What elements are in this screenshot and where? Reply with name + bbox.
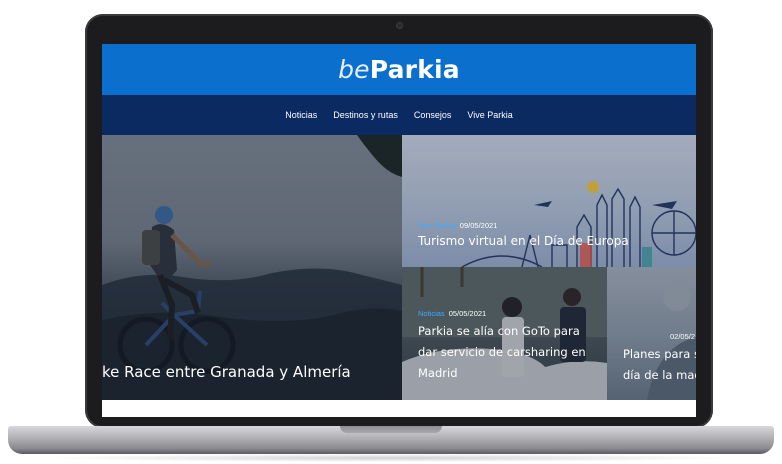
article-tile-planes[interactable]: 02/05/2 Planes para s día de la mad xyxy=(607,267,696,400)
nav-item-consejos[interactable]: Consejos xyxy=(414,110,452,120)
nav-item-noticias[interactable]: Noticias xyxy=(285,110,317,120)
article-date: 02/05/2 xyxy=(670,332,696,341)
content-area xyxy=(102,400,696,417)
camera-icon xyxy=(397,23,402,28)
article-meta: 02/05/2 xyxy=(670,332,695,341)
featured-overlay xyxy=(102,135,402,400)
article-title-line[interactable]: dar servicio de carsharing en xyxy=(418,345,586,359)
featured-article-cycling[interactable]: ke Race entre Granada y Almería xyxy=(102,135,402,400)
article-title[interactable]: ke Race entre Granada y Almería xyxy=(102,363,351,381)
article-title-line[interactable]: día de la mad xyxy=(623,368,696,382)
site-logo[interactable]: beParkia xyxy=(338,56,460,83)
article-category[interactable]: Vive Parkia xyxy=(418,221,456,230)
main-nav: Noticias Destinos y rutas Consejos Vive … xyxy=(102,95,696,135)
nav-item-vive-parkia[interactable]: Vive Parkia xyxy=(467,110,512,120)
article-tile-goto[interactable]: Noticias 05/05/2021 Parkia se alía con Go… xyxy=(402,267,607,400)
article-title[interactable]: Turismo virtual en el Día de Europa xyxy=(418,234,629,248)
article-meta: Noticias 05/05/2021 xyxy=(418,309,486,318)
article-category[interactable]: Noticias xyxy=(418,309,445,318)
article-date: 05/05/2021 xyxy=(448,309,487,318)
logo-prefix: be xyxy=(338,55,370,84)
hero-grid: ke Race entre Granada y Almería Vive Par… xyxy=(102,135,696,400)
article-tile-europa[interactable]: Vive Parkia 09/05/2021 Turismo virtual en… xyxy=(402,135,696,267)
laptop-notch xyxy=(340,426,442,433)
article-title-line[interactable]: Madrid xyxy=(418,366,458,380)
browser-screen: beParkia Noticias Destinos y rutas Conse… xyxy=(102,44,696,417)
article-title-line[interactable]: Parkia se alía con GoTo para xyxy=(418,324,580,338)
article-meta: Vive Parkia 09/05/2021 xyxy=(418,221,497,230)
nav-item-destinos[interactable]: Destinos y rutas xyxy=(333,110,398,120)
article-title-line[interactable]: Planes para s xyxy=(623,347,696,361)
site-header: beParkia xyxy=(102,44,696,95)
logo-name: Parkia xyxy=(369,55,460,84)
article-date: 09/05/2021 xyxy=(459,221,498,230)
laptop-shadow xyxy=(40,454,742,462)
